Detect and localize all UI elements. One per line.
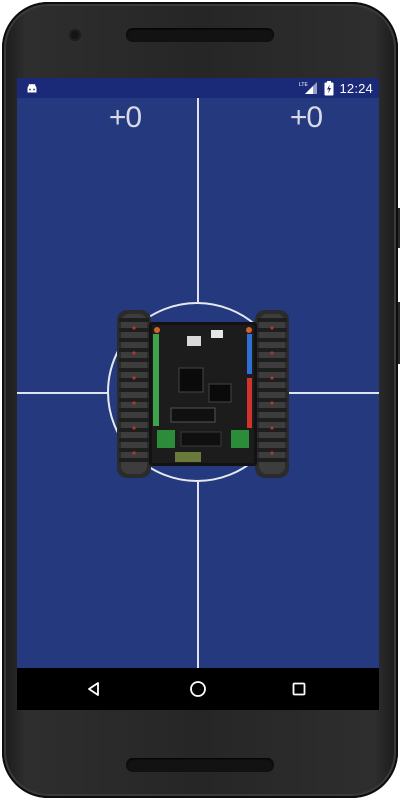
status-time: 12:24 — [339, 80, 373, 96]
phone-screen: LTE 12:24 +0 +0 — [17, 78, 379, 710]
right-counter: +0 — [289, 101, 323, 134]
robot-tank-image[interactable] — [109, 308, 289, 482]
back-triangle-icon — [88, 682, 99, 696]
recents-square-icon — [292, 682, 306, 696]
network-type-label: LTE — [299, 82, 308, 88]
right-track — [255, 310, 289, 478]
recents-button[interactable] — [286, 676, 312, 702]
navigation-bar — [17, 668, 379, 710]
home-circle-icon — [190, 681, 206, 697]
control-pad[interactable]: +0 +0 — [17, 98, 379, 668]
controller-board — [149, 322, 257, 466]
front-camera — [69, 29, 81, 41]
home-button[interactable] — [185, 676, 211, 702]
bottom-speaker — [126, 758, 274, 772]
cell-signal-icon: LTE — [299, 82, 318, 94]
battery-charging-icon — [324, 80, 334, 95]
status-indicators: LTE 12:24 — [299, 78, 373, 98]
left-track — [117, 310, 151, 478]
android-icon — [27, 83, 37, 93]
status-bar: LTE 12:24 — [17, 78, 379, 98]
left-counter: +0 — [108, 101, 142, 134]
earpiece-speaker — [126, 28, 274, 42]
back-button[interactable] — [81, 676, 107, 702]
